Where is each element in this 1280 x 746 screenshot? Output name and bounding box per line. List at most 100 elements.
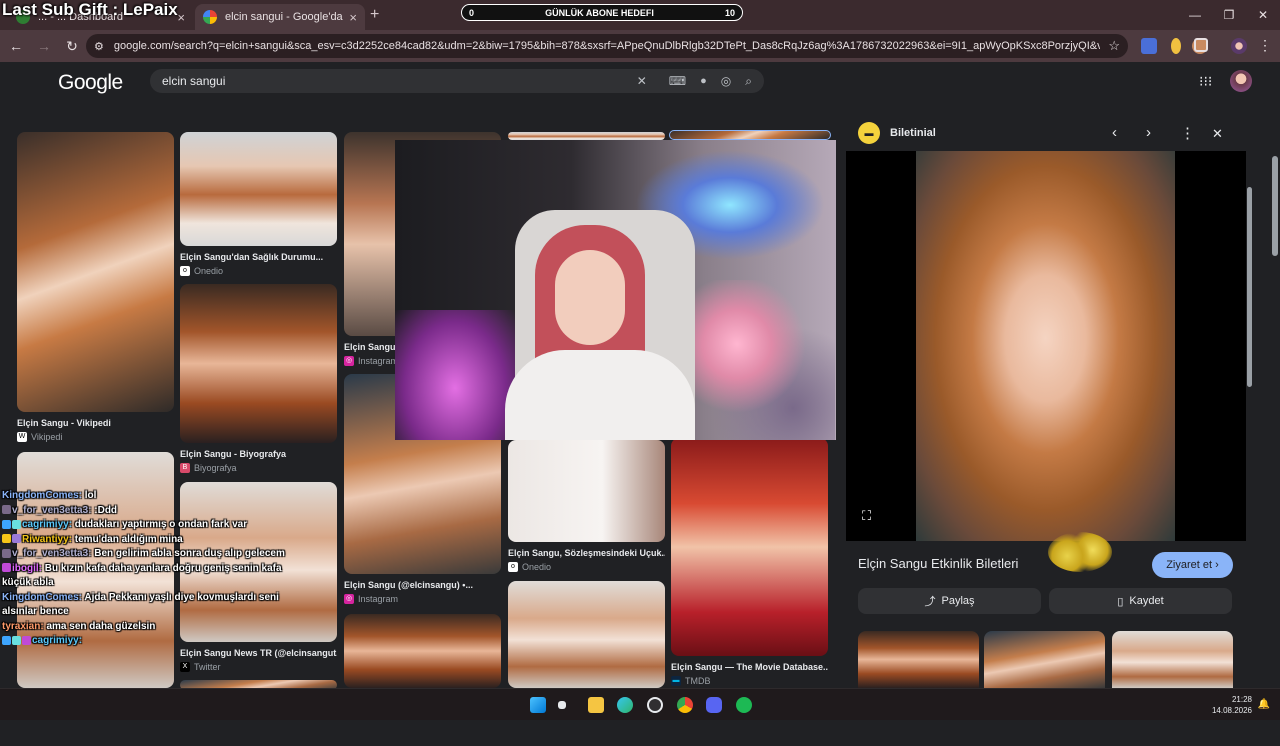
translate-extension-icon[interactable]: [1141, 38, 1157, 54]
streamer-webcam: [395, 140, 836, 440]
result-title[interactable]: Elçin Sangu, Sözleşmesindeki Uçuk...: [508, 548, 665, 558]
result-image[interactable]: [508, 440, 665, 542]
preview-image[interactable]: [916, 151, 1175, 541]
minimize-button[interactable]: —: [1178, 0, 1212, 30]
plush-toys: [695, 280, 835, 440]
result-title[interactable]: Elçin Sangu'dan Sağlık Durumu...: [180, 252, 337, 262]
source-label: Onedio: [194, 266, 224, 276]
image-result[interactable]: [344, 614, 501, 688]
lens-search-icon[interactable]: ⛶: [862, 508, 871, 524]
obs-icon[interactable]: [647, 697, 663, 713]
tab-close-button[interactable]: ×: [177, 10, 185, 25]
mic-icon[interactable]: ●: [700, 75, 707, 87]
chat-username: ibogil:: [12, 562, 42, 574]
stream-last-sub-gift: Last Sub Gift : LePaix: [2, 0, 178, 19]
tab-strip: ... - ... Dashboard × elcin sangui - Goo…: [0, 0, 1280, 30]
preview-source-name[interactable]: Biletinial: [890, 127, 936, 139]
page-scrollbar[interactable]: [1270, 126, 1280, 746]
extensions-puzzle-icon[interactable]: [1194, 38, 1208, 52]
share-button[interactable]: ⤴ Paylaş: [858, 588, 1041, 614]
spotify-icon[interactable]: [736, 697, 752, 713]
window-controls: — ❐ ✕: [1178, 0, 1280, 30]
lens-icon[interactable]: ◎: [721, 74, 731, 88]
result-image[interactable]: [17, 132, 174, 412]
tab-google-search[interactable]: elcin sangui - Google'da Ara ×: [195, 4, 365, 30]
keyboard-icon[interactable]: ⌨: [669, 74, 686, 88]
image-result[interactable]: [508, 132, 665, 140]
search-icon[interactable]: ⌕: [745, 74, 752, 89]
result-image[interactable]: [344, 614, 501, 688]
bookmark-icon: ▯: [1117, 595, 1124, 608]
new-tab-button[interactable]: +: [370, 6, 379, 24]
related-image-thumb[interactable]: [858, 631, 979, 688]
result-image[interactable]: [671, 438, 828, 656]
edge-icon[interactable]: [617, 697, 633, 713]
image-result[interactable]: Elçin Sangu - Vikipedi W Vikipedi: [17, 132, 174, 442]
result-title[interactable]: Elçin Sangu - Vikipedi: [17, 418, 174, 428]
related-image-thumb[interactable]: [1112, 631, 1233, 688]
chat-text: lol: [82, 490, 97, 501]
result-title[interactable]: Elçin Sangu - Biyografya: [180, 449, 337, 459]
extension-icon[interactable]: [1171, 38, 1181, 54]
address-bar[interactable]: ⚙ google.com/search?q=elcin+sangui&sca_e…: [86, 34, 1128, 58]
onedio-icon: o: [180, 266, 190, 276]
onedio-icon: o: [508, 562, 518, 572]
forward-button[interactable]: →: [32, 38, 56, 54]
source-label: Instagram: [358, 356, 399, 366]
result-title[interactable]: Elçin Sangu (@elcinsangu) •...: [344, 580, 501, 590]
image-result[interactable]: Elçin Sangu — The Movie Database... ▬ TMD…: [671, 438, 828, 686]
biletinial-logo-icon: ▬: [858, 122, 880, 144]
chrome-icon[interactable]: [677, 697, 693, 713]
image-result[interactable]: Elçin Sangu'dan Sağlık Durumu... o Onedio: [180, 132, 337, 276]
tab-close-button[interactable]: ×: [349, 10, 357, 25]
bee-sticker: [1048, 532, 1112, 572]
save-button[interactable]: ▯ Kaydet: [1049, 588, 1232, 614]
result-image[interactable]: [180, 132, 337, 246]
panel-scrollbar[interactable]: [1246, 177, 1254, 737]
notification-bell-icon[interactable]: 🔔: [1258, 699, 1270, 710]
account-avatar[interactable]: [1230, 70, 1252, 92]
reload-button[interactable]: ↻: [60, 38, 84, 55]
source-label: Onedio: [522, 562, 552, 572]
scrollbar-thumb[interactable]: [1272, 156, 1278, 256]
site-info-icon[interactable]: ⚙: [94, 40, 104, 53]
visit-button[interactable]: Ziyaret et ›: [1152, 552, 1233, 578]
system-clock[interactable]: 21:28 14.08.2026: [1212, 694, 1252, 716]
profile-avatar[interactable]: [1231, 38, 1247, 54]
back-button[interactable]: ←: [4, 38, 28, 54]
result-image[interactable]: [669, 130, 831, 140]
restore-button[interactable]: ❐: [1212, 0, 1246, 30]
result-image[interactable]: [180, 284, 337, 443]
scrollbar-thumb[interactable]: [1247, 187, 1252, 387]
file-explorer-icon[interactable]: [588, 697, 604, 713]
result-title[interactable]: Elçin Sangu — The Movie Database...: [671, 662, 828, 672]
image-result[interactable]: [508, 581, 665, 688]
previous-image-button[interactable]: ‹: [1112, 124, 1117, 141]
browser-menu-icon[interactable]: ⋮: [1258, 37, 1272, 54]
image-result-selected[interactable]: [669, 130, 831, 140]
image-result[interactable]: Elçin Sangu - Biyografya B Biyografya: [180, 284, 337, 473]
next-image-button[interactable]: ›: [1146, 124, 1151, 141]
result-image[interactable]: [508, 132, 665, 140]
google-apps-icon[interactable]: ⁝⁝⁝: [1199, 73, 1212, 90]
share-label: Paylaş: [941, 595, 975, 607]
result-image[interactable]: [508, 581, 665, 688]
google-logo[interactable]: Google: [58, 71, 123, 95]
related-image-thumb[interactable]: [984, 631, 1105, 688]
preview-title[interactable]: Elçin Sangu Etkinlik Biletleri: [858, 556, 1018, 571]
result-title[interactable]: Elçin Sangu News TR (@elcinsangut...: [180, 648, 337, 658]
close-window-button[interactable]: ✕: [1246, 0, 1280, 30]
chat-message: Riwantiyy: temu'dan aldığım mina: [2, 533, 307, 548]
search-box[interactable]: elcin sangui ✕ ⌨ ● ◎ ⌕: [150, 69, 764, 93]
share-icon: ⤴: [924, 596, 936, 608]
bookmark-star-icon[interactable]: ☆: [1108, 38, 1120, 54]
task-view-icon[interactable]: [558, 701, 566, 709]
search-input[interactable]: elcin sangui: [162, 74, 623, 88]
image-result[interactable]: Elçin Sangu, Sözleşmesindeki Uçuk... o On…: [508, 440, 665, 572]
more-options-button[interactable]: ⋮: [1180, 124, 1195, 142]
discord-icon[interactable]: [706, 697, 722, 713]
close-panel-button[interactable]: ✕: [1212, 126, 1223, 142]
clear-icon[interactable]: ✕: [637, 74, 647, 88]
start-menu-icon[interactable]: [530, 697, 546, 713]
instagram-icon: ◎: [344, 356, 354, 366]
